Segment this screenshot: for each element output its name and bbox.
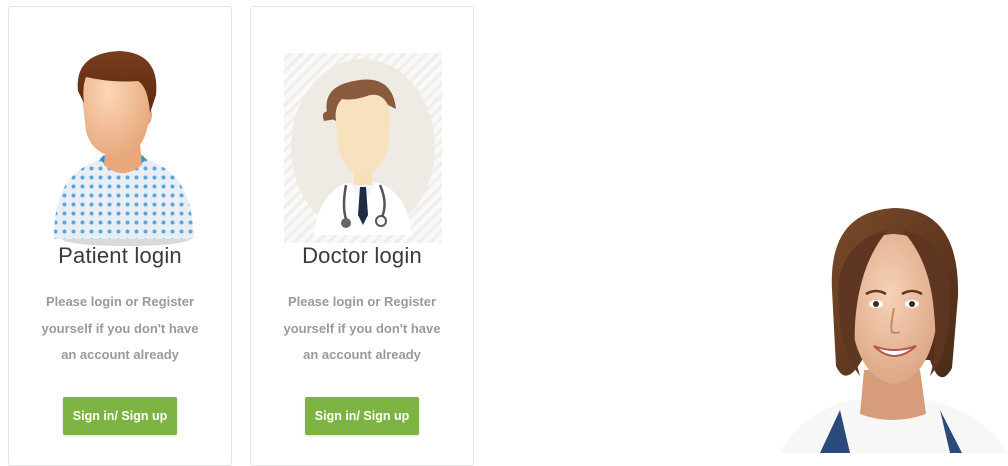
patient-login-description: Please login or Register yourself if you… bbox=[41, 294, 199, 362]
doctor-login-title: Doctor login bbox=[302, 243, 422, 268]
patient-signin-button[interactable]: Sign in/ Sign up bbox=[63, 397, 177, 435]
patient-avatar-icon bbox=[54, 51, 194, 246]
doctor-login-card: Doctor login Please login or Register yo… bbox=[250, 6, 474, 466]
smiling-doctor-photo bbox=[780, 208, 1008, 453]
doctor-login-description: Please login or Register yourself if you… bbox=[283, 294, 441, 362]
patient-login-card: Patient login Please login or Register y… bbox=[8, 6, 232, 466]
patient-login-title: Patient login bbox=[58, 243, 182, 268]
doctor-avatar-icon bbox=[284, 53, 442, 243]
doctor-signin-button[interactable]: Sign in/ Sign up bbox=[305, 397, 419, 435]
